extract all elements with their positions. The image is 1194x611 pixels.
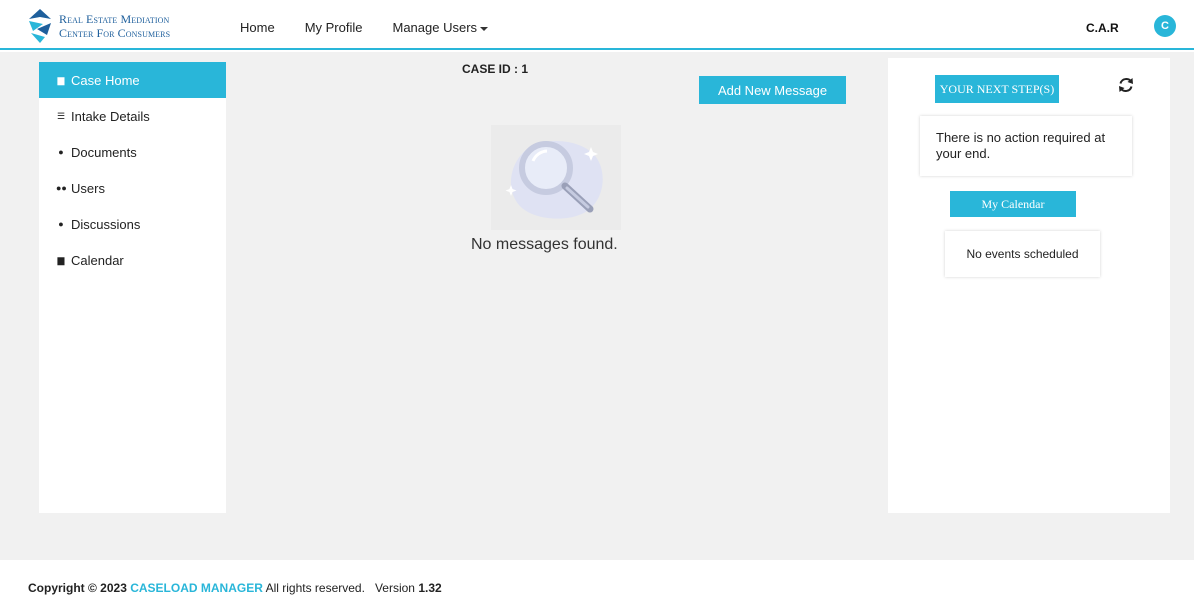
sidebar-item-label: Users (71, 180, 105, 196)
sidebar-item-intake-details[interactable]: ☰ Intake Details (39, 98, 226, 134)
case-id-heading: CASE ID : 1 (462, 62, 529, 76)
empty-state-illustration (491, 125, 621, 230)
sidebar-item-label: Intake Details (71, 108, 150, 124)
sidebar-item-calendar[interactable]: ▆ Calendar (39, 242, 226, 278)
sidebar-item-label: Discussions (71, 216, 141, 232)
footer: Copyright © 2023 CASELOAD MANAGER All ri… (0, 560, 1194, 611)
sidebar-item-label: Documents (71, 144, 137, 160)
magnifier-icon (505, 140, 603, 219)
comment-icon: ● (58, 219, 64, 229)
rights-text: All rights reserved. (265, 581, 365, 595)
version-number: 1.32 (418, 581, 442, 595)
nav-manage-users-label: Manage Users (392, 20, 478, 35)
list-icon: ☰ (56, 110, 66, 121)
logo-icon (29, 9, 51, 43)
avatar[interactable]: C (1154, 15, 1176, 37)
version-label: Version (374, 581, 415, 595)
your-next-steps-button[interactable]: YOUR NEXT STEP(S) (935, 75, 1059, 103)
sidebar-item-label: Case Home (71, 72, 140, 88)
logo-text-line2: Center For Consumers (59, 26, 171, 40)
main-content: ▆ Case Home ☰ Intake Details ● Documents… (0, 52, 1194, 560)
nav-manage-users[interactable]: Manage Users (392, 20, 489, 35)
sidebar-item-case-home[interactable]: ▆ Case Home (39, 62, 226, 98)
paperclip-icon: ● (58, 147, 64, 157)
footer-text: Copyright © 2023 CASELOAD MANAGER All ri… (28, 581, 442, 595)
refresh-icon[interactable] (1117, 76, 1135, 94)
messages-area: CASE ID : 1 Add New Message No messages … (226, 52, 888, 560)
main-nav: Home My Profile Manage Users (240, 20, 518, 35)
brand-link[interactable]: CASELOAD MANAGER (130, 581, 263, 595)
logo[interactable]: Real Estate Mediation Center For Consume… (29, 9, 170, 43)
events-message: No events scheduled (945, 231, 1100, 277)
sidebar-item-users[interactable]: ●● Users (39, 170, 226, 206)
file-icon: ▆ (57, 74, 65, 85)
copyright-text: Copyright © 2023 (28, 581, 127, 595)
users-icon: ●● (56, 183, 67, 193)
caret-down-icon (480, 26, 489, 31)
sidebar-item-discussions[interactable]: ● Discussions (39, 206, 226, 242)
top-navbar: Real Estate Mediation Center For Consume… (0, 0, 1194, 50)
empty-state-text: No messages found. (471, 236, 618, 253)
right-panel: YOUR NEXT STEP(S) There is no action req… (888, 58, 1170, 513)
nav-home[interactable]: Home (240, 20, 275, 35)
my-calendar-button[interactable]: My Calendar (950, 191, 1076, 217)
calendar-icon: ▆ (57, 254, 65, 265)
sidebar-item-documents[interactable]: ● Documents (39, 134, 226, 170)
user-name[interactable]: C.A.R (1086, 21, 1119, 35)
nav-my-profile[interactable]: My Profile (305, 20, 363, 35)
add-new-message-button[interactable]: Add New Message (699, 76, 846, 104)
sidebar-item-label: Calendar (71, 252, 124, 268)
next-step-message: There is no action required at your end. (920, 116, 1132, 176)
logo-text-line1: Real Estate Mediation (59, 12, 170, 26)
sidebar: ▆ Case Home ☰ Intake Details ● Documents… (39, 62, 226, 513)
